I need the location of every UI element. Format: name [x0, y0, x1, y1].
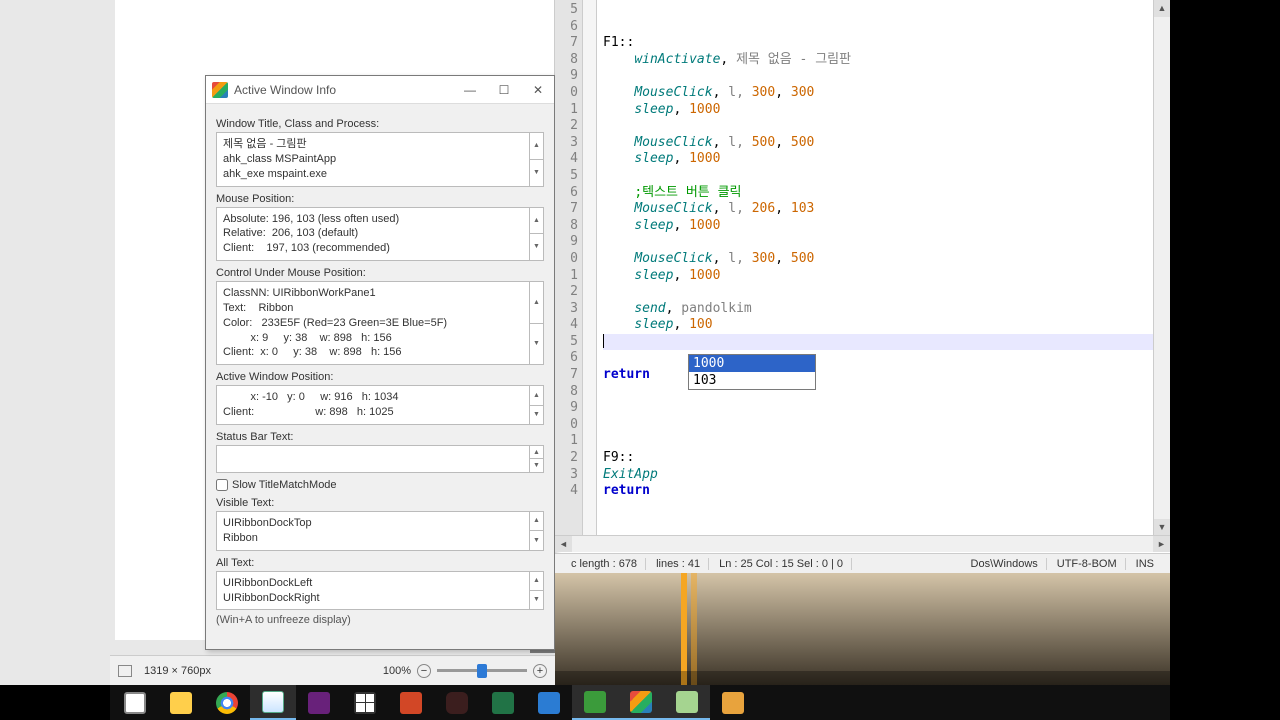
editor-statusbar: c length : 678 lines : 41 Ln : 25 Col : …	[555, 553, 1170, 573]
editor-code-area[interactable]: F1:: winActivate, 제목 없음 - 그림판 MouseClick…	[597, 0, 1170, 552]
status-lines: lines : 41	[648, 558, 709, 570]
letterbox-right	[1170, 0, 1280, 720]
paint-dims-icon	[118, 665, 132, 677]
scroll-left-icon[interactable]: ◄	[555, 536, 572, 552]
taskbar-powerpoint[interactable]	[388, 685, 434, 720]
box-status-bar[interactable]: ▲▼	[216, 445, 544, 473]
paint-zoom-control[interactable]: 100% − +	[383, 664, 547, 678]
slow-title-checkbox[interactable]: Slow TitleMatchMode	[216, 479, 544, 491]
label-window-title: Window Title, Class and Process:	[216, 118, 544, 130]
paint-zoom-value: 100%	[383, 665, 411, 677]
windows-taskbar[interactable]	[110, 685, 1170, 720]
scroll-right-icon[interactable]: ►	[1153, 536, 1170, 552]
active-window-info-window[interactable]: Active Window Info — ☐ ✕ Window Title, C…	[205, 75, 555, 650]
editor-gutter: 567890123456789012345678901234	[555, 0, 583, 552]
taskbar-tool[interactable]	[710, 685, 756, 720]
label-all-text: All Text:	[216, 557, 544, 569]
taskbar-app1[interactable]	[526, 685, 572, 720]
status-length: c length : 678	[563, 558, 646, 570]
editor-vscroll[interactable]: ▲ ▼	[1153, 0, 1170, 536]
awi-app-icon	[212, 82, 228, 98]
taskbar-chrome[interactable]	[204, 685, 250, 720]
autocomplete-item-selected[interactable]: 1000	[689, 355, 815, 372]
taskbar-excel[interactable]	[480, 685, 526, 720]
editor-fold-column[interactable]	[583, 0, 597, 552]
taskbar-kakao[interactable]	[434, 685, 480, 720]
zoom-slider[interactable]	[437, 669, 527, 672]
taskbar-ahk[interactable]	[572, 685, 618, 720]
awi-titlebar[interactable]: Active Window Info — ☐ ✕	[206, 76, 554, 104]
label-visible-text: Visible Text:	[216, 497, 544, 509]
taskbar-explorer[interactable]	[158, 685, 204, 720]
autocomplete-popup[interactable]: 1000 103	[688, 354, 816, 390]
status-eol: Dos\Windows	[963, 558, 1047, 570]
awi-hint: (Win+A to unfreeze display)	[216, 614, 544, 626]
taskbar-notepadpp[interactable]	[664, 685, 710, 720]
label-mouse-position: Mouse Position:	[216, 193, 544, 205]
taskbar-ahk-spy[interactable]	[618, 685, 664, 720]
status-position: Ln : 25 Col : 15 Sel : 0 | 0	[711, 558, 852, 570]
awi-body: Window Title, Class and Process: 제목 없음 -…	[206, 104, 554, 634]
taskbar-visualstudio[interactable]	[296, 685, 342, 720]
label-control-under: Control Under Mouse Position:	[216, 267, 544, 279]
desktop-wallpaper-strip	[555, 573, 1170, 685]
minimize-button[interactable]: —	[460, 83, 480, 97]
scroll-down-icon[interactable]: ▼	[1154, 519, 1170, 536]
paint-statusbar: 1319 × 760px 100% − +	[110, 655, 555, 685]
taskbar-calculator[interactable]	[342, 685, 388, 720]
label-active-window: Active Window Position:	[216, 371, 544, 383]
taskbar-taskview[interactable]	[112, 685, 158, 720]
autocomplete-item[interactable]: 103	[689, 372, 815, 389]
slow-title-input[interactable]	[216, 479, 228, 491]
maximize-button[interactable]: ☐	[494, 83, 514, 97]
status-mode: INS	[1128, 558, 1162, 570]
awi-title: Active Window Info	[234, 83, 460, 97]
code-editor[interactable]: 567890123456789012345678901234 F1:: winA…	[555, 0, 1170, 552]
box-visible-text[interactable]: UIRibbonDockTop Ribbon▲▼	[216, 511, 544, 551]
zoom-in-icon[interactable]: +	[533, 664, 547, 678]
close-button[interactable]: ✕	[528, 83, 548, 97]
taskbar-paint[interactable]	[250, 685, 296, 720]
zoom-out-icon[interactable]: −	[417, 664, 431, 678]
box-all-text[interactable]: UIRibbonDockLeft UIRibbonDockRight▲▼	[216, 571, 544, 611]
paint-dims: 1319 × 760px	[144, 665, 211, 677]
label-status-bar: Status Bar Text:	[216, 431, 544, 443]
slow-title-label: Slow TitleMatchMode	[232, 479, 337, 491]
status-encoding: UTF-8-BOM	[1049, 558, 1126, 570]
box-active-window[interactable]: x: -10 y: 0 w: 916 h: 1034 Client: w: 89…	[216, 385, 544, 425]
scroll-up-icon[interactable]: ▲	[1154, 0, 1170, 17]
box-window-title[interactable]: 제목 없음 - 그림판 ahk_class MSPaintApp ahk_exe…	[216, 132, 544, 187]
box-control-under[interactable]: ClassNN: UIRibbonWorkPane1 Text: Ribbon …	[216, 281, 544, 365]
box-mouse-position[interactable]: Absolute: 196, 103 (less often used) Rel…	[216, 207, 544, 262]
editor-hscroll[interactable]: ◄ ►	[555, 535, 1170, 552]
